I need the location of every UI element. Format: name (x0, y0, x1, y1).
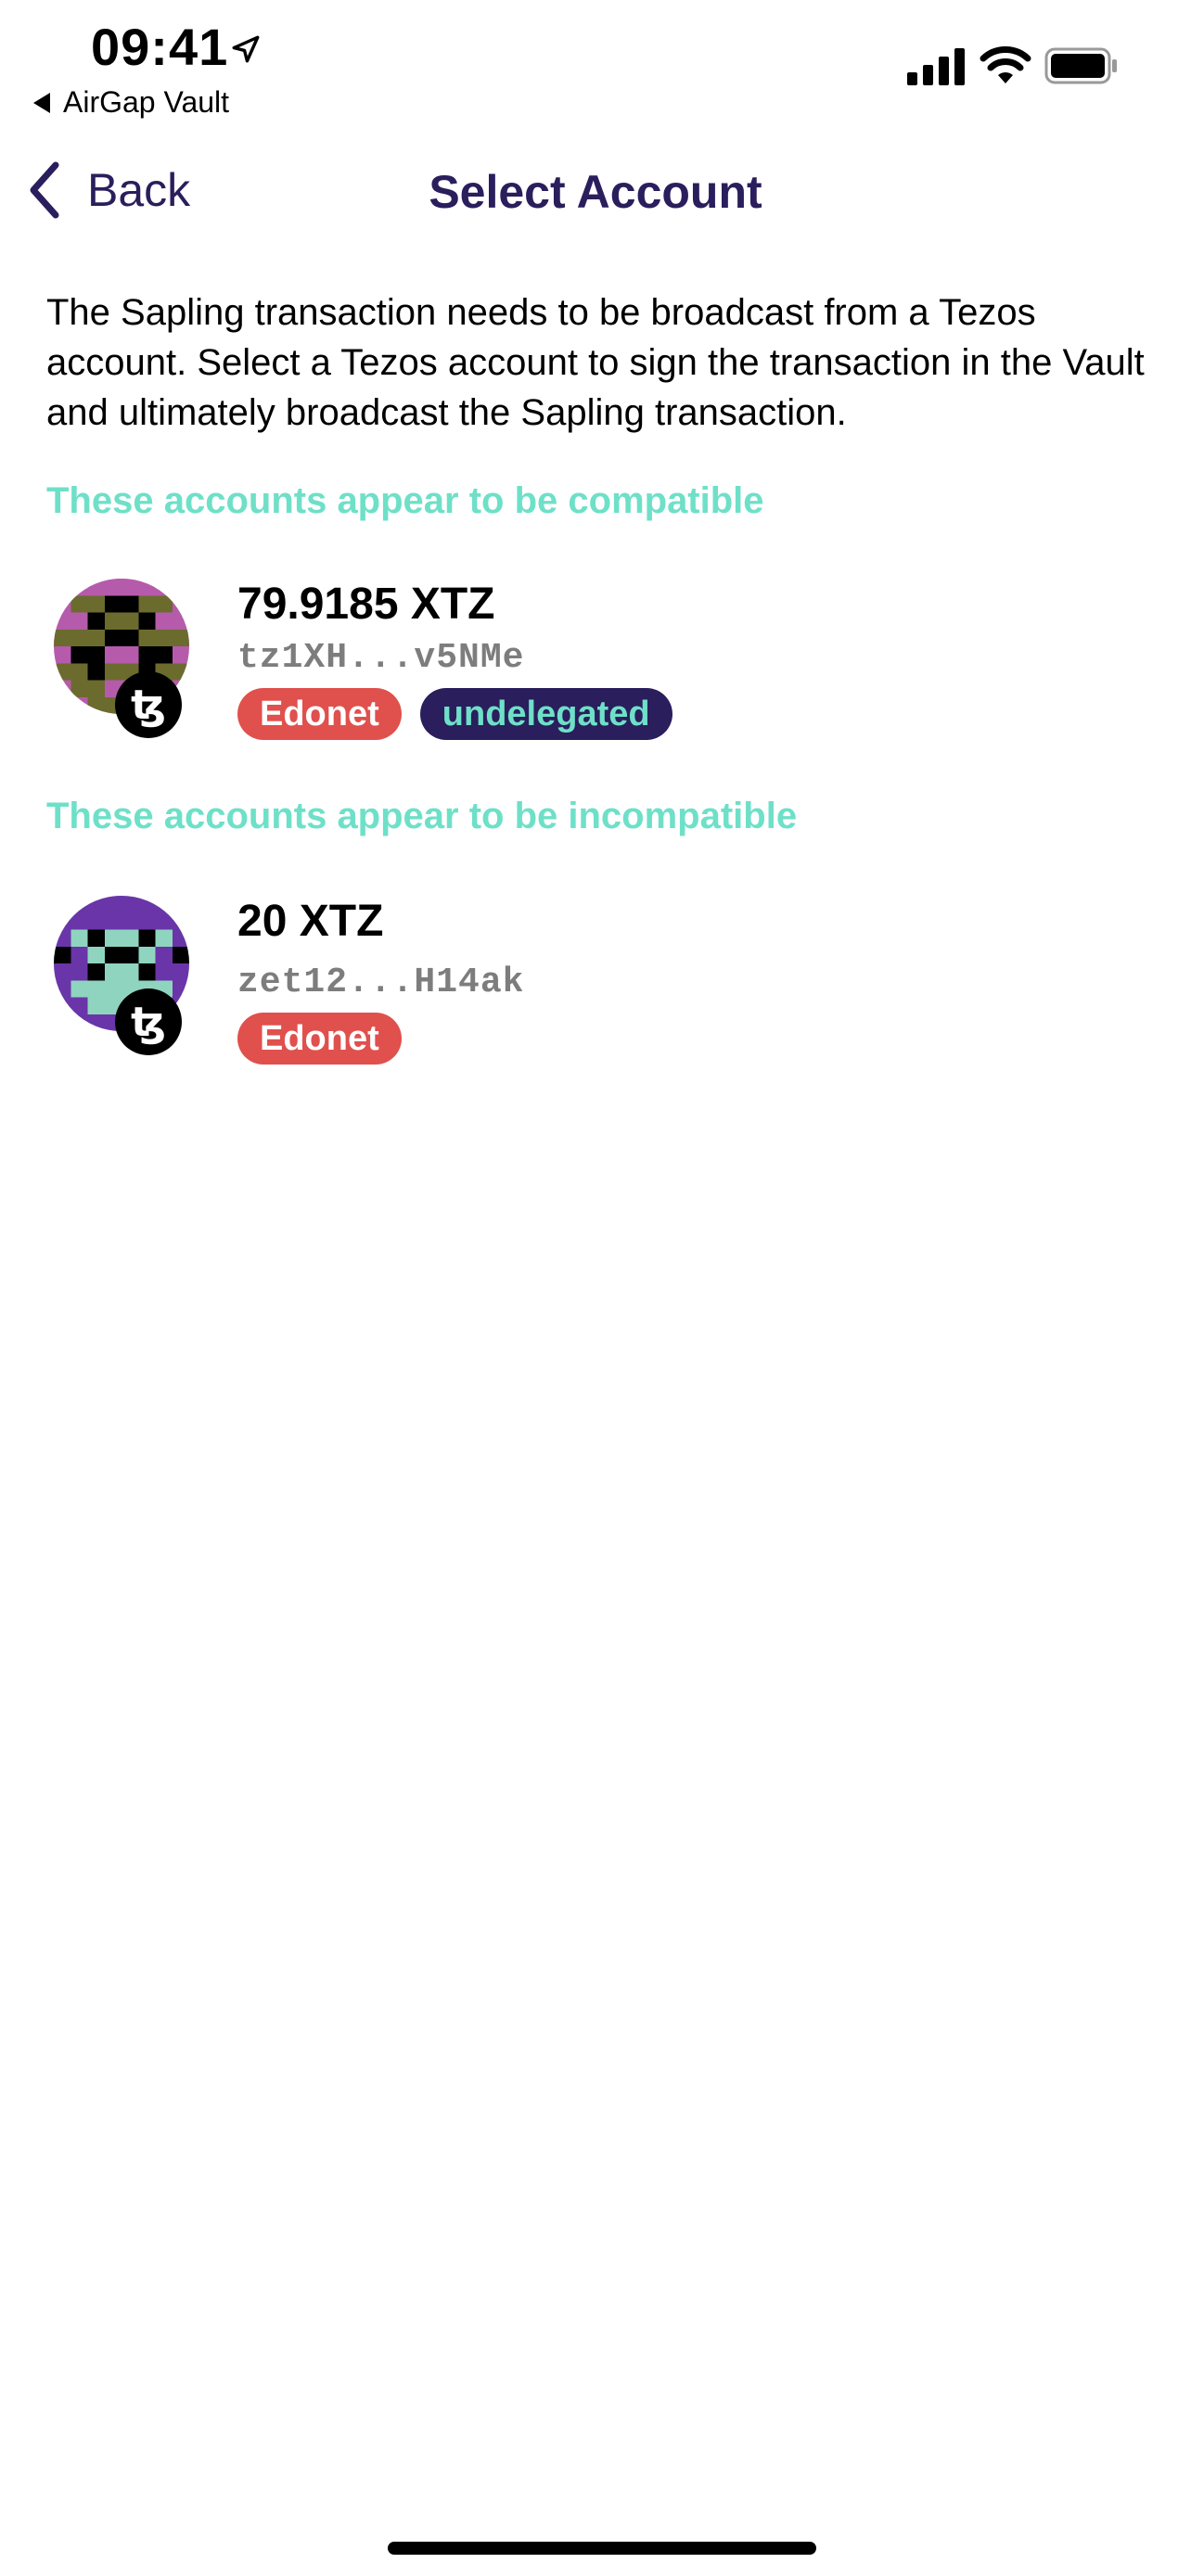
account-badges: Edonet undelegated (237, 688, 672, 740)
account-amount: 79.9185 XTZ (237, 580, 495, 629)
battery-icon (1044, 47, 1117, 84)
cellular-signal-icon (907, 48, 965, 85)
delegation-badge: undelegated (419, 688, 672, 740)
back-to-app-link[interactable]: AirGap Vault (33, 85, 229, 120)
tezos-icon: ꜩ (115, 988, 182, 1055)
account-amount: 20 XTZ (237, 897, 384, 946)
status-bar: 09:41 AirGap Vault (0, 0, 1191, 130)
compatible-section-title: These accounts appear to be compatible (46, 480, 764, 521)
home-indicator[interactable] (388, 2542, 816, 2555)
account-avatar: ꜩ (54, 896, 193, 1055)
back-triangle-icon (33, 92, 50, 113)
intro-text: The Sapling transaction needs to be broa… (46, 292, 1145, 433)
status-time: 09:41 (91, 18, 229, 76)
account-address: zet12...H14ak (237, 963, 525, 1002)
account-badges: Edonet (237, 1013, 402, 1065)
account-item-compatible[interactable]: ꜩ 79.9185 XTZ tz1XH...v5NMe Edonet undel… (0, 579, 1191, 755)
account-avatar: ꜩ (54, 579, 193, 738)
wifi-icon (980, 46, 1031, 83)
back-app-label: AirGap Vault (63, 85, 230, 119)
account-item-incompatible[interactable]: ꜩ 20 XTZ zet12...H14ak Edonet (0, 896, 1191, 1072)
network-badge: Edonet (237, 1013, 402, 1065)
network-badge: Edonet (237, 688, 402, 740)
account-address: tz1XH...v5NMe (237, 638, 525, 678)
page-title: Select Account (429, 166, 762, 218)
incompatible-section-title: These accounts appear to be incompatible (46, 796, 798, 836)
navigation-bar: Back Select Account (0, 148, 1191, 232)
tezos-icon: ꜩ (115, 671, 182, 738)
location-arrow-icon (232, 35, 260, 63)
